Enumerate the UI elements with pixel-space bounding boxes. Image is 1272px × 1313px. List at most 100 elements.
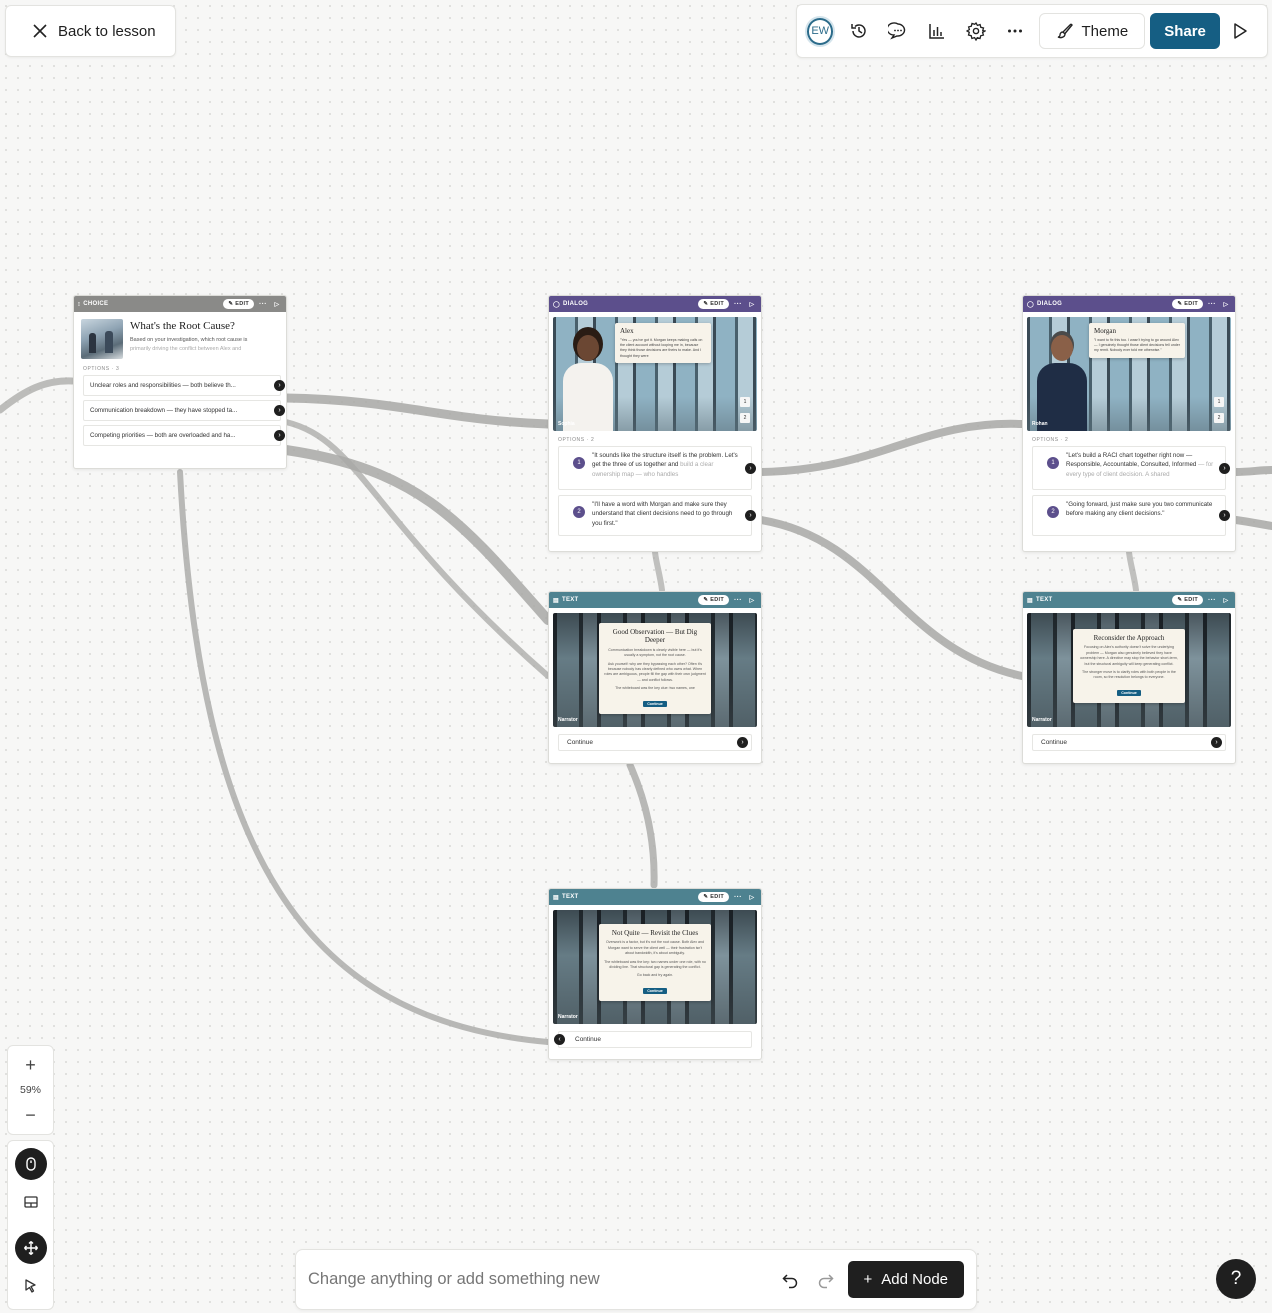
node-header: ▤ TEXT ✎ EDIT ··· ▷ bbox=[549, 889, 761, 905]
more-icon[interactable]: ··· bbox=[732, 894, 744, 901]
text-node-good-observation[interactable]: ▤ TEXT ✎ EDIT ··· ▷ Good Observation — B… bbox=[548, 591, 762, 764]
arrow-right-icon[interactable]: › bbox=[274, 380, 285, 391]
edge-incoming-choice bbox=[0, 377, 76, 414]
more-icon[interactable]: ··· bbox=[732, 301, 744, 308]
edit-button[interactable]: ✎ EDIT bbox=[698, 299, 729, 309]
play-icon[interactable]: ▷ bbox=[1221, 301, 1231, 308]
arrow-right-icon[interactable]: › bbox=[1219, 463, 1230, 474]
arrow-right-icon[interactable]: › bbox=[274, 430, 285, 441]
edge-morgan-resp2-out bbox=[1232, 516, 1272, 530]
node-header: ◯ DIALOG ✎ EDIT ··· ▷ bbox=[549, 296, 761, 312]
play-icon[interactable]: ▷ bbox=[747, 894, 757, 901]
response-option[interactable]: 1 "Let's build a RACI chart together rig… bbox=[1032, 446, 1230, 490]
continue-option[interactable]: Continue › bbox=[558, 734, 752, 751]
arrow-right-icon[interactable]: › bbox=[737, 737, 748, 748]
help-button[interactable]: ? bbox=[1216, 1259, 1256, 1299]
text-node-not-quite[interactable]: ▤ TEXT ✎ EDIT ··· ▷ Not Quite — Revisit … bbox=[548, 888, 762, 1060]
pan-tool-button[interactable] bbox=[15, 1232, 47, 1264]
dialog-scene-preview: Morgan "I want to fix this too. I wasn't… bbox=[1027, 317, 1231, 431]
edit-button[interactable]: ✎ EDIT bbox=[698, 595, 729, 605]
arrow-right-icon[interactable]: › bbox=[745, 463, 756, 474]
edit-button[interactable]: ✎ EDIT bbox=[1172, 595, 1203, 605]
node-header: ▤ TEXT ✎ EDIT ··· ▷ bbox=[1023, 592, 1235, 608]
continue-option[interactable]: ‹ Continue bbox=[554, 1031, 752, 1048]
play-icon[interactable]: ▷ bbox=[747, 597, 757, 604]
response-number: 1 bbox=[573, 457, 585, 469]
response-number: 2 bbox=[1047, 506, 1059, 518]
select-tool-button[interactable] bbox=[15, 1270, 47, 1302]
edge-good-up bbox=[652, 549, 665, 593]
dialog-type-icon: ◯ bbox=[553, 301, 561, 308]
text-card: Not Quite — Revisit the Clues Overwork i… bbox=[599, 924, 711, 1001]
step-indicator: 1 bbox=[740, 397, 750, 407]
options-label: OPTIONS · 2 bbox=[1032, 437, 1069, 443]
zoom-controls: + 59% − bbox=[7, 1045, 54, 1135]
edge-choice-opt3 bbox=[281, 445, 553, 625]
choice-node[interactable]: ⁝ CHOICE ✎ EDIT ··· ▷ What's the Root Ca… bbox=[73, 295, 287, 469]
node-type-label: DIALOG bbox=[563, 301, 589, 307]
step-indicator: 2 bbox=[1214, 413, 1224, 423]
response-option[interactable]: 2 "I'll have a word with Morgan and make… bbox=[558, 495, 756, 536]
zoom-in-button[interactable]: + bbox=[25, 1056, 36, 1074]
choice-title: What's the Root Cause? bbox=[130, 320, 235, 332]
response-option[interactable]: 1 "It sounds like the structure itself i… bbox=[558, 446, 756, 490]
text-card: Good Observation — But Dig Deeper Commun… bbox=[599, 623, 711, 714]
continue-option[interactable]: Continue › bbox=[1032, 734, 1226, 751]
more-icon[interactable]: ··· bbox=[257, 301, 269, 308]
edit-button[interactable]: ✎ EDIT bbox=[698, 892, 729, 902]
text-type-icon: ▤ bbox=[553, 894, 559, 901]
edit-button[interactable]: ✎ EDIT bbox=[1172, 299, 1203, 309]
move-icon bbox=[24, 1241, 38, 1255]
edge-choice-opt1 bbox=[281, 393, 553, 429]
text-scene-preview: Good Observation — But Dig Deeper Commun… bbox=[553, 613, 757, 727]
zoom-level: 59% bbox=[19, 1084, 41, 1096]
response-number: 2 bbox=[573, 506, 585, 518]
choice-option[interactable]: Unclear roles and responsibilities — bot… bbox=[83, 375, 285, 396]
more-icon[interactable]: ··· bbox=[1206, 597, 1218, 604]
response-option[interactable]: 2 "Going forward, just make sure you two… bbox=[1032, 495, 1230, 536]
dialog-type-icon: ◯ bbox=[1027, 301, 1035, 308]
layout-button[interactable] bbox=[15, 1186, 47, 1218]
response-number: 1 bbox=[1047, 457, 1059, 469]
prompt-input[interactable] bbox=[308, 1270, 772, 1289]
add-node-button[interactable]: + Add Node bbox=[847, 1261, 964, 1298]
character-name-tag: Sophia bbox=[558, 421, 575, 427]
arrow-right-icon[interactable]: › bbox=[1211, 737, 1222, 748]
arrow-right-icon[interactable]: › bbox=[745, 510, 756, 521]
edge-reconsider-up bbox=[1126, 549, 1139, 593]
more-icon[interactable]: ··· bbox=[1206, 301, 1218, 308]
character-name-tag: Rohan bbox=[1032, 421, 1048, 427]
choice-option[interactable]: Communication breakdown — they have stop… bbox=[83, 400, 285, 421]
arrow-left-icon[interactable]: ‹ bbox=[554, 1034, 565, 1045]
node-type-label: TEXT bbox=[1035, 597, 1053, 603]
dialog-node-morgan[interactable]: ◯ DIALOG ✎ EDIT ··· ▷ Morgan "I want to … bbox=[1022, 295, 1236, 552]
node-type-label: TEXT bbox=[561, 597, 579, 603]
cursor-icon bbox=[25, 1279, 36, 1293]
text-scene-preview: Not Quite — Revisit the Clues Overwork i… bbox=[553, 910, 757, 1024]
dialog-node-alex[interactable]: ◯ DIALOG ✎ EDIT ··· ▷ Alex "Yes — you've… bbox=[548, 295, 762, 552]
plus-icon: + bbox=[863, 1271, 873, 1288]
step-indicator: 2 bbox=[740, 413, 750, 423]
play-icon[interactable]: ▷ bbox=[272, 301, 282, 308]
text-scene-preview: Reconsider the Approach Focusing on Alex… bbox=[1027, 613, 1231, 727]
mouse-mode-button[interactable] bbox=[15, 1148, 47, 1180]
node-type-label: CHOICE bbox=[83, 301, 109, 307]
play-icon[interactable]: ▷ bbox=[1221, 597, 1231, 604]
mouse-icon bbox=[26, 1157, 36, 1171]
speech-bubble: Alex "Yes — you've got it. Morgan keeps … bbox=[615, 323, 711, 363]
edit-button[interactable]: ✎ EDIT bbox=[223, 299, 254, 309]
options-label: OPTIONS · 2 bbox=[558, 437, 595, 443]
text-node-reconsider[interactable]: ▤ TEXT ✎ EDIT ··· ▷ Reconsider the Appro… bbox=[1022, 591, 1236, 764]
arrow-right-icon[interactable]: › bbox=[274, 405, 285, 416]
node-header: ▤ TEXT ✎ EDIT ··· ▷ bbox=[549, 592, 761, 608]
redo-icon[interactable] bbox=[808, 1262, 844, 1298]
edge-good-down bbox=[626, 761, 658, 889]
choice-option[interactable]: Competing priorities — both are overload… bbox=[83, 425, 285, 446]
undo-icon[interactable] bbox=[772, 1262, 808, 1298]
node-header: ◯ DIALOG ✎ EDIT ··· ▷ bbox=[1023, 296, 1235, 312]
arrow-right-icon[interactable]: › bbox=[1219, 510, 1230, 521]
play-icon[interactable]: ▷ bbox=[747, 301, 757, 308]
more-icon[interactable]: ··· bbox=[732, 597, 744, 604]
zoom-out-button[interactable]: − bbox=[25, 1106, 36, 1124]
options-label: OPTIONS · 3 bbox=[83, 366, 120, 372]
